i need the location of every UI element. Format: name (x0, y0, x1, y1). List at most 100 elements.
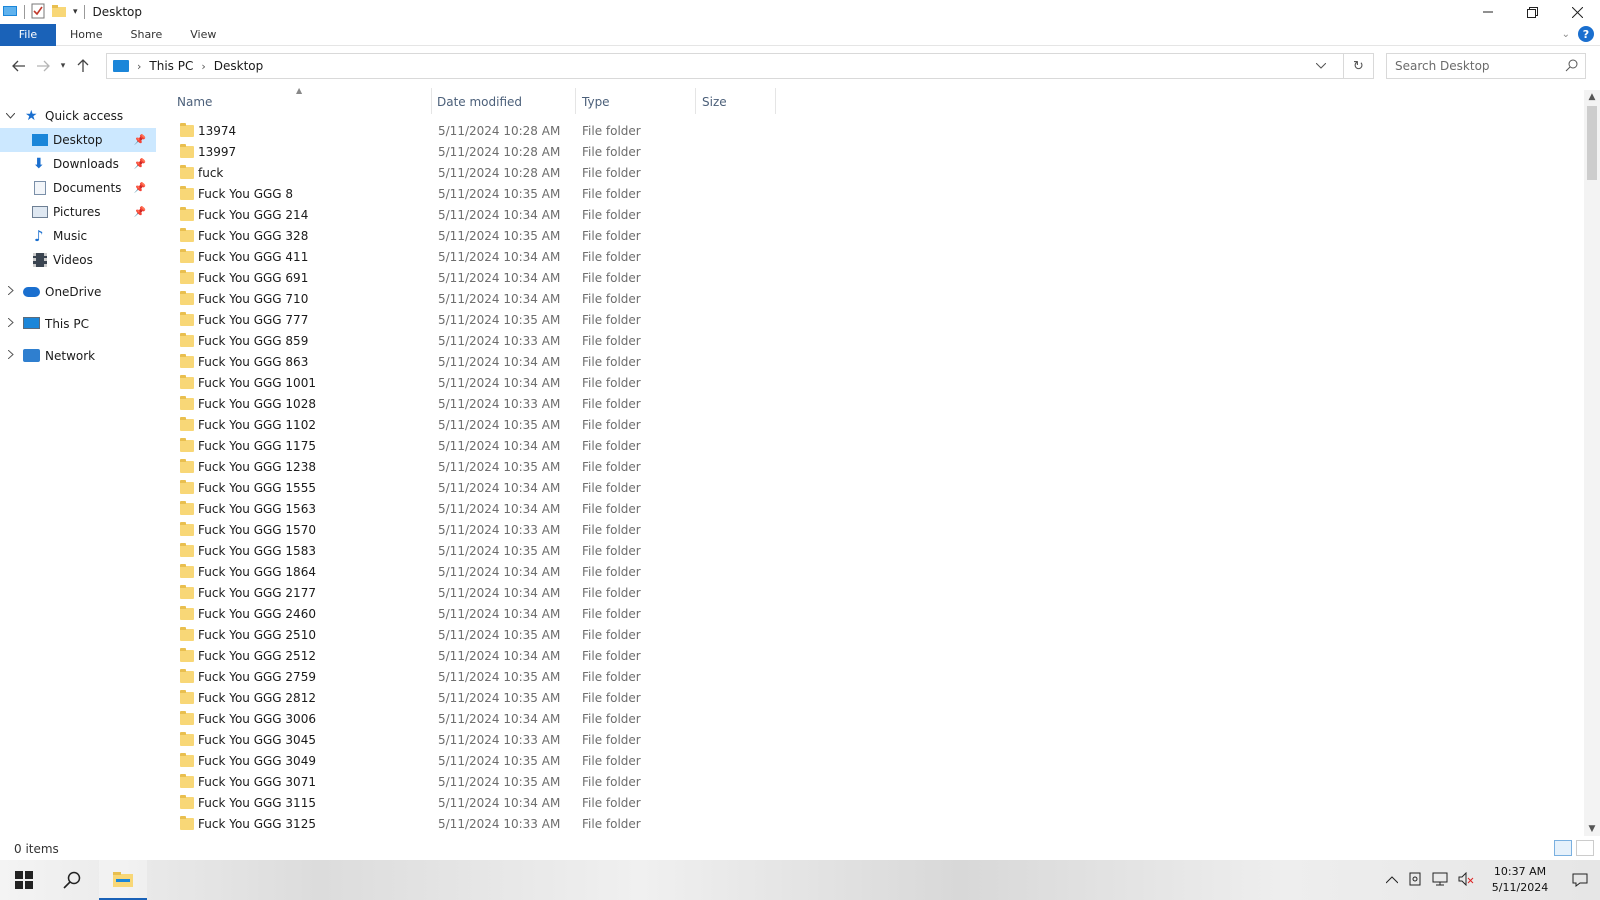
close-button[interactable] (1555, 0, 1600, 24)
file-row[interactable]: Fuck You GGG 2510 5/11/2024 10:35 AM File … (176, 624, 776, 645)
vertical-scrollbar[interactable]: ▲ ▼ (1584, 90, 1600, 836)
file-row[interactable]: Fuck You GGG 1563 5/11/2024 10:34 AM File … (176, 498, 776, 519)
taskbar-search-button[interactable] (48, 860, 96, 900)
sidebar-item-pictures[interactable]: Pictures 📌 (0, 200, 156, 224)
column-header-type[interactable]: Type (582, 92, 692, 112)
sidebar-item-desktop[interactable]: Desktop 📌 (0, 128, 156, 152)
forward-button[interactable] (31, 54, 55, 78)
file-row[interactable]: 13997 5/11/2024 10:28 AM File folder (176, 141, 776, 162)
file-row[interactable]: Fuck You GGG 1570 5/11/2024 10:33 AM File … (176, 519, 776, 540)
scroll-up-icon[interactable]: ▲ (1584, 90, 1600, 104)
column-divider[interactable] (431, 88, 432, 114)
show-hidden-icons-icon[interactable] (1385, 874, 1399, 887)
file-row[interactable]: Fuck You GGG 1175 5/11/2024 10:34 AM File … (176, 435, 776, 456)
file-row[interactable]: Fuck You GGG 777 5/11/2024 10:35 AM File f… (176, 309, 776, 330)
breadcrumb-desktop[interactable]: Desktop (214, 59, 264, 73)
file-row[interactable]: Fuck You GGG 1238 5/11/2024 10:35 AM File … (176, 456, 776, 477)
file-row[interactable]: Fuck You GGG 1001 5/11/2024 10:34 AM File … (176, 372, 776, 393)
minimize-button[interactable] (1465, 0, 1510, 24)
device-icon[interactable] (1408, 872, 1422, 889)
file-row[interactable]: Fuck You GGG 1028 5/11/2024 10:33 AM File … (176, 393, 776, 414)
file-row[interactable]: Fuck You GGG 8 5/11/2024 10:35 AM File fol… (176, 183, 776, 204)
file-row[interactable]: Fuck You GGG 411 5/11/2024 10:34 AM File f… (176, 246, 776, 267)
details-view-icon[interactable] (1554, 840, 1572, 856)
scrollbar-thumb[interactable] (1587, 106, 1597, 180)
expand-chevron-icon[interactable] (7, 349, 14, 362)
file-row[interactable]: Fuck You GGG 3071 5/11/2024 10:35 AM File … (176, 771, 776, 792)
column-divider[interactable] (575, 88, 576, 114)
column-header-size[interactable]: Size (702, 92, 772, 112)
sidebar-item-documents[interactable]: Documents 📌 (0, 176, 156, 200)
expand-chevron-icon[interactable] (7, 317, 14, 330)
file-row[interactable]: Fuck You GGG 214 5/11/2024 10:34 AM File f… (176, 204, 776, 225)
file-name: Fuck You GGG 863 (198, 354, 309, 369)
sidebar-item-videos[interactable]: Videos (0, 248, 156, 272)
large-icons-view-icon[interactable] (1576, 840, 1594, 856)
breadcrumb-this-pc[interactable]: This PC (149, 59, 193, 73)
file-row[interactable]: Fuck You GGG 710 5/11/2024 10:34 AM File f… (176, 288, 776, 309)
address-bar[interactable]: › This PC › Desktop ↻ (106, 53, 1374, 79)
file-explorer-taskbar-button[interactable] (99, 860, 147, 900)
taskbar-clock[interactable]: 10:37 AM 5/11/2024 (1480, 864, 1560, 896)
file-row[interactable]: Fuck You GGG 1555 5/11/2024 10:34 AM File … (176, 477, 776, 498)
file-date-modified: 5/11/2024 10:35 AM (438, 627, 561, 642)
expand-ribbon-icon[interactable]: ⌄ (1562, 29, 1570, 40)
file-row[interactable]: Fuck You GGG 1583 5/11/2024 10:35 AM File … (176, 540, 776, 561)
file-row[interactable]: 13974 5/11/2024 10:28 AM File folder (176, 120, 776, 141)
file-row[interactable]: Fuck You GGG 863 5/11/2024 10:34 AM File f… (176, 351, 776, 372)
sidebar-item-downloads[interactable]: ⬇ Downloads 📌 (0, 152, 156, 176)
new-folder-icon[interactable] (51, 4, 67, 21)
address-dropdown-icon[interactable] (1309, 54, 1333, 78)
network-status-icon[interactable] (1432, 872, 1448, 889)
help-icon[interactable]: ? (1578, 26, 1594, 42)
file-type: File folder (582, 690, 641, 705)
file-row[interactable]: Fuck You GGG 691 5/11/2024 10:34 AM File f… (176, 267, 776, 288)
file-row[interactable]: Fuck You GGG 2812 5/11/2024 10:35 AM File … (176, 687, 776, 708)
nav-network[interactable]: Network (0, 344, 160, 368)
start-button[interactable] (0, 860, 48, 900)
file-row[interactable]: Fuck You GGG 2460 5/11/2024 10:34 AM File … (176, 603, 776, 624)
file-type: File folder (582, 606, 641, 621)
nav-quick-access[interactable]: ★ Quick access (0, 104, 160, 128)
file-row[interactable]: Fuck You GGG 3045 5/11/2024 10:33 AM File … (176, 729, 776, 750)
restore-button[interactable] (1510, 0, 1555, 24)
file-row[interactable]: fuck 5/11/2024 10:28 AM File folder (176, 162, 776, 183)
expand-chevron-icon[interactable] (7, 285, 14, 298)
properties-icon[interactable] (31, 3, 45, 22)
tab-share[interactable]: Share (116, 24, 176, 46)
tab-view[interactable]: View (176, 24, 230, 46)
nav-onedrive[interactable]: OneDrive (0, 280, 160, 304)
file-row[interactable]: Fuck You GGG 2512 5/11/2024 10:34 AM File … (176, 645, 776, 666)
file-row[interactable]: Fuck You GGG 2177 5/11/2024 10:34 AM File … (176, 582, 776, 603)
back-button[interactable] (7, 54, 31, 78)
up-button[interactable] (71, 54, 95, 78)
nav-this-pc[interactable]: This PC (0, 312, 160, 336)
column-header-date[interactable]: Date modified (437, 92, 573, 112)
file-row[interactable]: Fuck You GGG 859 5/11/2024 10:33 AM File f… (176, 330, 776, 351)
scroll-down-icon[interactable]: ▼ (1584, 822, 1600, 836)
file-row[interactable]: Fuck You GGG 3049 5/11/2024 10:35 AM File … (176, 750, 776, 771)
tab-file[interactable]: File (0, 23, 56, 46)
search-icon[interactable] (1565, 58, 1579, 75)
file-row[interactable]: Fuck You GGG 3006 5/11/2024 10:34 AM File … (176, 708, 776, 729)
breadcrumb-separator-icon[interactable]: › (201, 60, 205, 73)
recent-locations-button[interactable]: ▾ (55, 54, 71, 78)
file-row[interactable]: Fuck You GGG 3125 5/11/2024 10:33 AM File … (176, 813, 776, 834)
refresh-button[interactable]: ↻ (1343, 54, 1373, 78)
file-row[interactable]: Fuck You GGG 3115 5/11/2024 10:34 AM File … (176, 792, 776, 813)
file-row[interactable]: Fuck You GGG 328 5/11/2024 10:35 AM File f… (176, 225, 776, 246)
customize-toolbar-icon[interactable]: ▾ (73, 7, 78, 17)
search-input[interactable]: Search Desktop (1386, 53, 1586, 79)
tab-home[interactable]: Home (56, 24, 116, 46)
file-row[interactable]: Fuck You GGG 1864 5/11/2024 10:34 AM File … (176, 561, 776, 582)
volume-muted-icon[interactable] (1458, 871, 1474, 889)
file-row[interactable]: Fuck You GGG 2759 5/11/2024 10:35 AM File … (176, 666, 776, 687)
sidebar-item-music[interactable]: ♪ Music (0, 224, 156, 248)
column-divider[interactable] (775, 88, 776, 114)
collapse-chevron-icon[interactable] (5, 111, 16, 122)
column-header-name[interactable]: Name (177, 92, 427, 112)
action-center-icon[interactable] (1560, 873, 1600, 887)
column-divider[interactable] (695, 88, 696, 114)
file-row[interactable]: Fuck You GGG 1102 5/11/2024 10:35 AM File … (176, 414, 776, 435)
breadcrumb-separator-icon[interactable]: › (137, 60, 141, 73)
